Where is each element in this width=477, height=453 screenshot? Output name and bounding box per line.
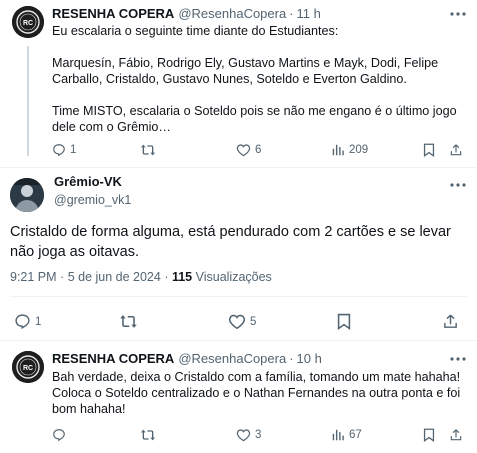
repost-button[interactable] <box>119 313 142 330</box>
share-button[interactable] <box>449 143 463 157</box>
like-count: 3 <box>255 429 262 441</box>
svg-text:RC: RC <box>23 20 33 27</box>
like-button[interactable]: 5 <box>228 313 256 330</box>
reply-button[interactable] <box>52 428 70 442</box>
display-name[interactable]: RESENHA COPERA <box>52 6 174 21</box>
views-bar-chart-icon <box>332 429 344 441</box>
reply-button[interactable]: 1 <box>52 143 76 157</box>
views-count: 67 <box>349 429 362 441</box>
like-button[interactable]: 6 <box>236 143 261 157</box>
reply-button[interactable]: 1 <box>14 313 41 330</box>
more-options-button[interactable] <box>448 178 468 192</box>
bookmark-button[interactable] <box>423 143 435 157</box>
views-button[interactable]: 209 <box>331 143 368 157</box>
gremio-vk-avatar-icon <box>10 178 44 212</box>
more-options-button[interactable] <box>448 7 468 21</box>
like-count: 5 <box>250 315 257 328</box>
like-count: 6 <box>255 144 262 156</box>
resenha-copera-logo-icon: RC <box>12 6 44 38</box>
like-heart-icon <box>228 314 246 330</box>
tweet-1[interactable]: RC RESENHA COPERA @ResenhaCopera · 11 h … <box>0 0 477 168</box>
share-icon <box>444 314 457 328</box>
avatar[interactable]: RC <box>12 6 44 38</box>
views-label: Visualizações <box>195 270 272 284</box>
tweet-time[interactable]: 9:21 PM <box>10 270 57 284</box>
share-button[interactable] <box>442 313 459 330</box>
reply-icon <box>53 429 65 442</box>
repost-button[interactable] <box>140 143 160 157</box>
repost-icon <box>120 315 137 328</box>
avatar[interactable]: RC <box>12 351 44 383</box>
more-dots-icon <box>450 12 466 16</box>
more-dots-icon <box>450 357 466 361</box>
display-name[interactable]: RESENHA COPERA <box>52 351 174 366</box>
share-icon <box>450 429 462 441</box>
svg-text:RC: RC <box>23 365 33 372</box>
bookmark-icon <box>423 428 435 442</box>
tweet-meta: 9:21 PM · 5 de jun de 2024 · 115 Visuali… <box>10 270 272 284</box>
like-heart-icon <box>236 429 251 442</box>
share-button[interactable] <box>449 428 463 442</box>
like-heart-icon <box>236 144 251 157</box>
tweet-time[interactable]: 11 h <box>297 6 321 21</box>
reply-count: 1 <box>35 315 42 328</box>
tweet-text: Cristaldo de forma alguma, está pendurad… <box>10 224 451 260</box>
separator-dot: · <box>289 351 294 366</box>
reply-icon <box>15 314 30 330</box>
tweet-text: Bah verdade, deixa o Cristaldo com a fam… <box>52 370 461 416</box>
user-handle[interactable]: @gremio_vk1 <box>54 193 131 207</box>
views-button[interactable]: 67 <box>331 428 362 442</box>
user-handle[interactable]: @ResenhaCopera <box>178 351 286 366</box>
views-count: 209 <box>349 144 369 156</box>
separator-dot: · <box>289 6 294 21</box>
user-handle[interactable]: @ResenhaCopera <box>178 6 286 21</box>
avatar[interactable] <box>10 178 44 212</box>
bookmark-icon <box>337 313 351 330</box>
reply-count: 1 <box>70 144 77 156</box>
more-dots-icon <box>450 183 466 187</box>
thread-line <box>27 46 29 156</box>
divider <box>10 296 467 297</box>
share-icon <box>450 144 462 156</box>
repost-button[interactable] <box>140 428 160 442</box>
tweet-time[interactable]: 10 h <box>297 351 322 366</box>
tweet-2-focused[interactable]: Grêmio-VK @gremio_vk1 Cristaldo de forma… <box>0 168 477 340</box>
reply-icon <box>53 144 65 157</box>
bookmark-button[interactable] <box>337 313 351 330</box>
tweet-3[interactable]: RC RESENHA COPERA @ResenhaCopera · 10 h … <box>0 340 477 453</box>
resenha-copera-logo-icon: RC <box>12 351 44 383</box>
views-bar-chart-icon <box>332 144 344 156</box>
display-name[interactable]: Grêmio-VK <box>54 174 122 189</box>
tweet-date[interactable]: 5 de jun de 2024 <box>68 270 161 284</box>
bookmark-icon <box>423 143 435 157</box>
repost-icon <box>141 144 155 156</box>
repost-icon <box>141 429 155 441</box>
more-options-button[interactable] <box>448 352 468 366</box>
like-button[interactable]: 3 <box>236 428 261 442</box>
views-count: 115 <box>171 270 193 284</box>
tweet-text: Eu escalaria o seguinte time diante do E… <box>52 24 457 134</box>
bookmark-button[interactable] <box>423 428 435 442</box>
